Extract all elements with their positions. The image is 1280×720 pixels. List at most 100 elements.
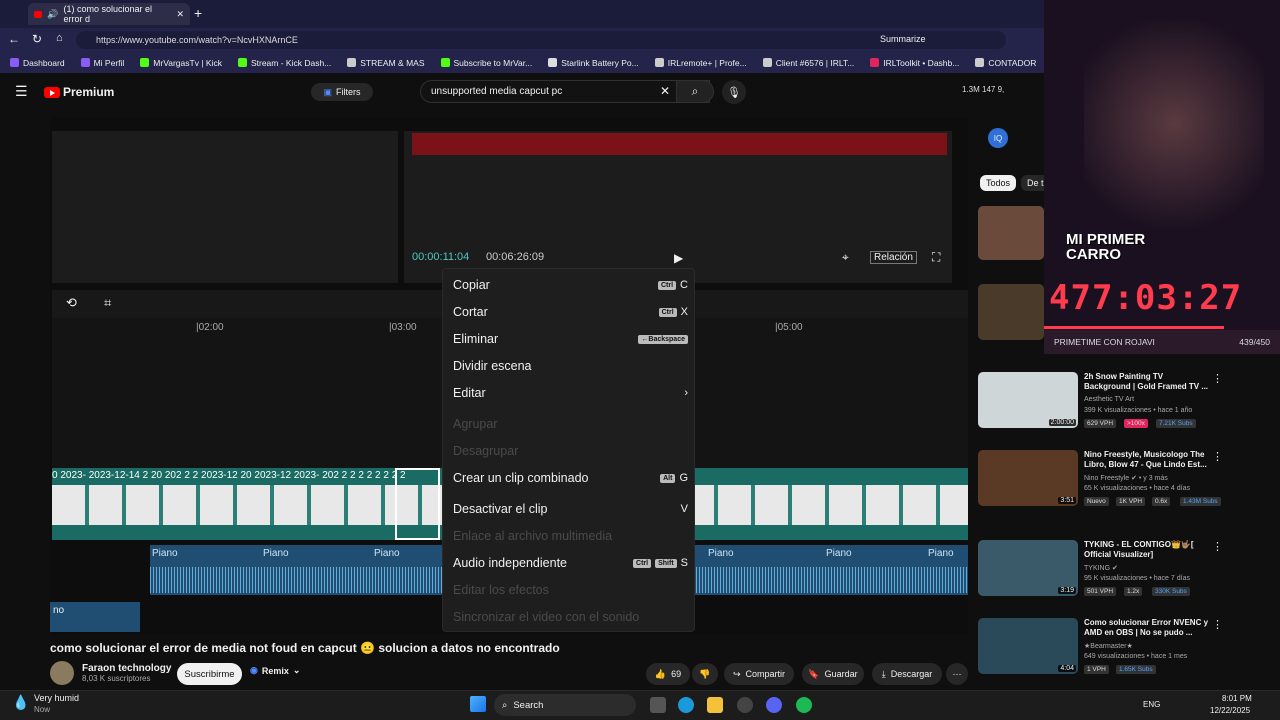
audio-track-2[interactable]: no: [50, 602, 140, 632]
menu-item[interactable]: Editar ›: [453, 381, 688, 405]
dislike-button[interactable]: 👎: [692, 663, 718, 685]
summarize-button[interactable]: Summarize: [880, 34, 926, 44]
bookmark-item[interactable]: IRLToolkit • Dashb...: [870, 58, 959, 68]
menu-item[interactable]: Copiar Ctrl C: [453, 273, 688, 297]
filters-button[interactable]: ▣ Filters: [311, 83, 373, 101]
recommendation-title[interactable]: TYKING - EL CONTIGO👑🤟🏽[ Official Visuali…: [1084, 540, 1209, 560]
more-options-icon[interactable]: ⋮: [1212, 618, 1223, 631]
bookmark-item[interactable]: MrVargasTv | Kick: [140, 58, 222, 68]
bookmark-item[interactable]: CONTADOR: [975, 58, 1036, 68]
close-tab-icon[interactable]: ✕: [176, 9, 184, 20]
recommendation-card[interactable]: 3:19 TYKING - EL CONTIGO👑🤟🏽[ Official Vis…: [978, 540, 1278, 600]
more-button[interactable]: ⋯: [946, 663, 968, 685]
download-button[interactable]: ⤓ Descargar: [872, 663, 942, 685]
scan-icon[interactable]: ⌖: [842, 250, 849, 265]
more-options-icon[interactable]: ⋮: [1212, 372, 1223, 385]
task-view-icon[interactable]: [650, 697, 666, 713]
bookmark-item[interactable]: IRLremote+ | Profe...: [654, 58, 747, 68]
search-button[interactable]: ⌕: [676, 80, 714, 103]
key-cap: Ctrl: [658, 307, 677, 317]
crop-icon[interactable]: ⌗: [104, 295, 111, 311]
fullscreen-icon[interactable]: ⛶: [932, 250, 940, 265]
bookmark-item[interactable]: Stream - Kick Dash...: [237, 58, 331, 68]
partial-thumb[interactable]: [978, 284, 1044, 340]
iq-icon[interactable]: IQ: [988, 128, 1008, 148]
filters-label: Filters: [336, 87, 361, 97]
speaker-icon[interactable]: 🔊: [47, 9, 58, 20]
like-button[interactable]: 👍 69: [646, 663, 690, 685]
more-options-icon[interactable]: ⋮: [1212, 450, 1223, 463]
bookmark-item[interactable]: Mi Perfil: [80, 58, 124, 68]
menu-icon[interactable]: ☰: [15, 83, 28, 100]
bookmark-icon: [548, 58, 558, 67]
bookmark-item[interactable]: STREAM & MAS: [347, 58, 425, 68]
recommendation-card[interactable]: 4:04 Como solucionar Error NVENC y AMD en…: [978, 618, 1278, 678]
stat-badge: 1.65K Subs: [1116, 665, 1156, 674]
bookmark-item[interactable]: Starlink Battery Po...: [548, 58, 639, 68]
menu-item[interactable]: Audio independiente Ctrl Shift S: [453, 551, 688, 575]
shortcut-letter: G: [679, 472, 688, 484]
save-button[interactable]: 🔖 Guardar: [802, 663, 864, 685]
recommendation-channel[interactable]: ★Bearmaster★: [1084, 642, 1133, 650]
video-thumbnail[interactable]: 3:51: [978, 450, 1078, 506]
clear-search-icon[interactable]: ✕: [660, 84, 670, 98]
menu-shortcut: V: [681, 503, 688, 515]
channel-avatar[interactable]: [50, 661, 74, 685]
channel-name[interactable]: Faraon technology: [82, 663, 171, 674]
share-button[interactable]: ↪ Compartir: [724, 663, 794, 685]
mic-button[interactable]: 🎙: [722, 80, 746, 104]
discord-icon[interactable]: [766, 697, 782, 713]
tab-todos[interactable]: Todos: [980, 175, 1017, 191]
folder-icon[interactable]: [707, 697, 723, 713]
browser-tab[interactable]: 🔊 (1) como solucionar el error d ✕: [28, 3, 190, 25]
back-icon[interactable]: ←: [8, 32, 20, 46]
bookmark-item[interactable]: Client #6576 | IRLT...: [762, 58, 854, 68]
recommendation-title[interactable]: Como solucionar Error NVENC y AMD en OBS…: [1084, 618, 1209, 638]
subscribe-button[interactable]: Suscribirme: [177, 663, 242, 685]
rotate-icon[interactable]: ⟲: [66, 295, 77, 311]
remix-button[interactable]: ◉ Remix ⌄: [250, 665, 300, 676]
video-thumbnail[interactable]: 2:00:00: [978, 372, 1078, 428]
clock-time[interactable]: 8:01 PM: [1222, 694, 1252, 703]
spotify-icon[interactable]: [796, 697, 812, 713]
home-icon[interactable]: ⌂: [56, 32, 63, 44]
duration-badge: 4:04: [1058, 665, 1076, 672]
stats-readout: 1.3M 147 9,: [962, 85, 1005, 94]
taskbar-search[interactable]: ⌕ Search: [494, 694, 636, 716]
tray-lang[interactable]: ENG: [1143, 700, 1160, 709]
clock-date[interactable]: 12/22/2025: [1210, 706, 1250, 715]
recommendation-channel[interactable]: Aesthetic TV Art: [1084, 396, 1134, 403]
recommendation-channel[interactable]: Nino Freestyle ✔ • y 3 más: [1084, 474, 1168, 482]
app-icon[interactable]: [737, 697, 753, 713]
menu-item[interactable]: Crear un clip combinado Alt G: [453, 466, 688, 490]
stat-badge: 1K VPH: [1116, 497, 1146, 506]
youtube-logo[interactable]: Premium: [44, 85, 114, 99]
url-field[interactable]: https://www.youtube.com/watch?v=NcvHXNAr…: [76, 31, 1006, 49]
recommendation-card[interactable]: 2:00:00 2h Snow Painting TV Background | …: [978, 372, 1278, 432]
menu-item-label: Desactivar el clip: [453, 502, 548, 516]
bookmark-item[interactable]: Dashboard: [10, 58, 65, 68]
recommendation-title[interactable]: Nino Freestyle, Musicologo The Libro, Bl…: [1084, 450, 1209, 470]
bookmark-label: IRLToolkit • Dashb...: [883, 57, 960, 68]
weather-text[interactable]: Very humid: [34, 693, 79, 703]
menu-item[interactable]: Eliminar ←Backspace: [453, 327, 688, 351]
recommendation-title[interactable]: 2h Snow Painting TV Background | Gold Fr…: [1084, 372, 1209, 392]
menu-item[interactable]: Desactivar el clip V: [453, 497, 688, 521]
selected-clip[interactable]: [395, 468, 440, 540]
recommendation-card[interactable]: 3:51 Nino Freestyle, Musicologo The Libro…: [978, 450, 1278, 510]
refresh-icon[interactable]: ↻: [32, 32, 42, 46]
play-icon[interactable]: ▶: [674, 251, 683, 265]
more-options-icon[interactable]: ⋮: [1212, 540, 1223, 553]
edge-icon[interactable]: [678, 697, 694, 713]
video-thumbnail[interactable]: 3:19: [978, 540, 1078, 596]
partial-thumb[interactable]: [978, 206, 1044, 260]
video-thumbnail[interactable]: 4:04: [978, 618, 1078, 674]
start-icon[interactable]: [470, 696, 486, 712]
ratio-button[interactable]: Relación: [870, 251, 917, 264]
weather-icon[interactable]: 💧: [12, 694, 29, 711]
bookmark-item[interactable]: Subscribe to MrVar...: [440, 58, 532, 68]
menu-item[interactable]: Dividir escena: [453, 354, 688, 378]
menu-item[interactable]: Cortar Ctrl X: [453, 300, 688, 324]
recommendation-channel[interactable]: TYKING ✔: [1084, 564, 1118, 572]
new-tab-icon[interactable]: +: [194, 5, 202, 21]
